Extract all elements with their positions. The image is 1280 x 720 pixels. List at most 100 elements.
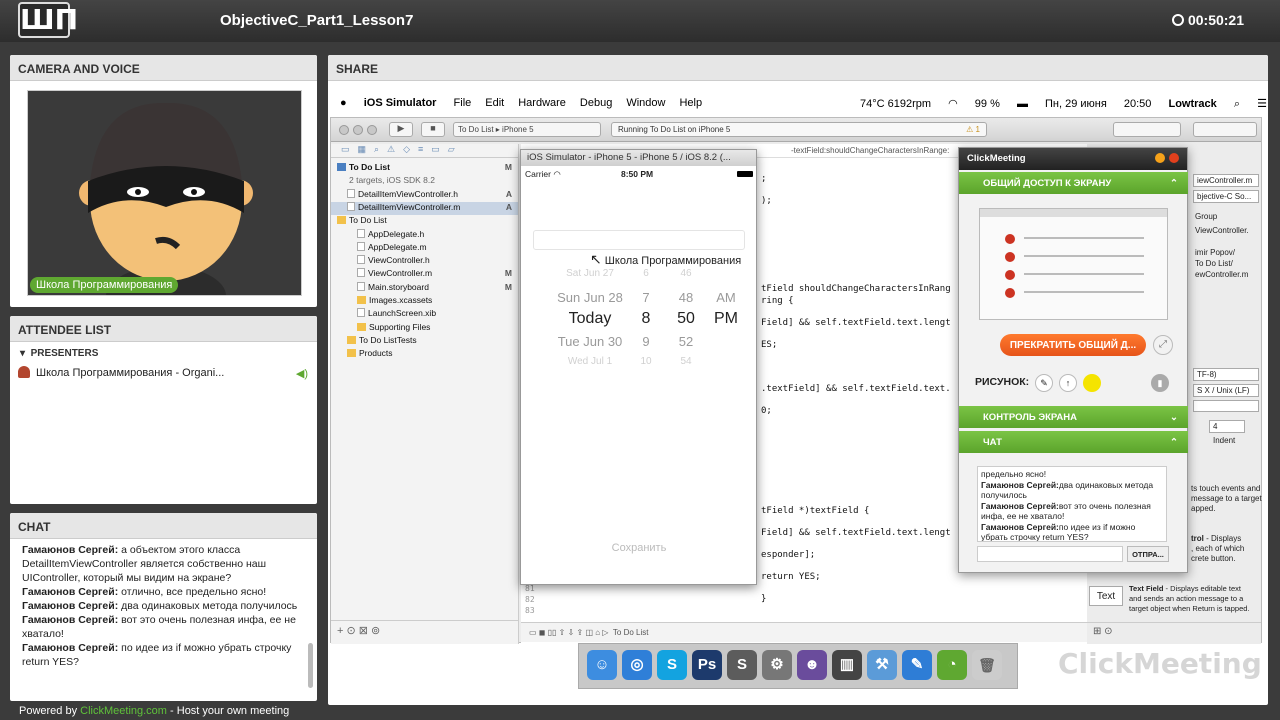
widget-send-button[interactable]: ОТПРА... — [1127, 546, 1169, 562]
widget-chat-author: Гамаюнов Сергей: — [981, 521, 1059, 532]
fullscreen-button[interactable]: ⤢ — [1153, 335, 1173, 355]
tree-item[interactable]: 2 targets, iOS SDK 8.2 — [331, 175, 518, 188]
view-toggle-buttons[interactable] — [1193, 122, 1257, 137]
tree-item[interactable]: AppDelegate.h — [331, 228, 518, 242]
list-icon[interactable]: ☰ — [1257, 98, 1267, 110]
skype-icon[interactable]: S — [657, 650, 687, 680]
picker-minute[interactable]: 50 — [671, 310, 701, 328]
picker-hour[interactable]: 9 — [636, 334, 656, 349]
apple-icon[interactable]: ● — [340, 97, 347, 109]
library-filter-bar[interactable]: ⊞ ⊙ — [1087, 622, 1261, 642]
menu-item-help[interactable]: Help — [679, 97, 702, 109]
close-icon[interactable] — [1169, 153, 1179, 163]
menu-item-hardware[interactable]: Hardware — [518, 97, 566, 109]
presenter-row[interactable]: Школа Программирования - Organi... ◀) — [18, 366, 308, 382]
stop-button[interactable]: ■ — [421, 122, 445, 137]
indent-using-select[interactable] — [1193, 400, 1259, 412]
menu-app[interactable]: iOS Simulator — [364, 97, 437, 109]
menu-item-window[interactable]: Window — [626, 97, 665, 109]
menu-item-edit[interactable]: Edit — [485, 97, 504, 109]
footer-link[interactable]: ClickMeeting.com — [80, 705, 167, 717]
close-window-icon[interactable] — [339, 125, 349, 135]
tree-item[interactable]: LaunchScreen.xib — [331, 308, 518, 321]
picker-hour[interactable]: 7 — [636, 290, 656, 305]
picker-day[interactable]: Sat Jun 27 — [551, 268, 629, 279]
menu-item-debug[interactable]: Debug — [580, 97, 612, 109]
settings-icon[interactable]: ⚙ — [762, 650, 792, 680]
picker-hour[interactable]: 10 — [636, 356, 656, 367]
pointer-icon[interactable]: ↑ — [1059, 374, 1077, 392]
text-field-library-item[interactable]: Text — [1089, 586, 1123, 606]
color-picker[interactable] — [1083, 374, 1101, 392]
picker-day[interactable]: Tue Jun 30 — [551, 334, 629, 349]
github-icon[interactable]: ☻ — [797, 650, 827, 680]
picker-day[interactable]: Wed Jul 1 — [551, 356, 629, 367]
file-name-field[interactable]: iewController.m — [1193, 174, 1259, 187]
trash-icon[interactable]: ▮ — [1151, 374, 1169, 392]
tree-item[interactable]: ViewController.h — [331, 255, 518, 268]
sublime-icon[interactable]: S — [727, 650, 757, 680]
encoding-select[interactable]: TF-8) — [1193, 368, 1259, 381]
zoom-window-icon[interactable] — [367, 125, 377, 135]
todo-text-field[interactable] — [533, 230, 745, 250]
menubar-user[interactable]: Lowtrack — [1168, 98, 1216, 110]
line-endings-select[interactable]: S X / Unix (LF) — [1193, 384, 1259, 397]
tree-item[interactable]: To Do List — [331, 215, 518, 228]
tree-item[interactable]: Images.xcassets — [331, 295, 518, 308]
pen-icon[interactable]: ✎ — [1035, 374, 1053, 392]
tree-item[interactable]: DetailItemViewController.m A — [331, 201, 518, 215]
tree-item[interactable]: To Do ListTests — [331, 335, 518, 348]
tree-item[interactable]: To Do List M — [331, 162, 518, 175]
picker-hour[interactable]: 8 — [636, 310, 656, 328]
tree-item[interactable]: DetailItemViewController.h A — [331, 188, 518, 202]
safari-icon[interactable]: ◎ — [622, 650, 652, 680]
warning-badge[interactable]: ⚠ 1 — [966, 125, 980, 134]
screen-preview-thumbnail — [979, 208, 1168, 320]
picker-day[interactable]: Sun Jun 28 — [551, 290, 629, 305]
date-picker[interactable]: Sat Jun 27 6 46 Sun Jun 28 7 48 AM Today 8 50 PM Tu… — [521, 268, 757, 378]
run-button[interactable]: ▶ — [389, 122, 413, 137]
stop-sharing-button[interactable]: ПРЕКРАТИТЬ ОБЩИЙ Д... — [1000, 334, 1146, 356]
screen-share-section[interactable]: ОБЩИЙ ДОСТУП К ЭКРАНУ ⌃ — [959, 172, 1188, 194]
xcode-icon[interactable]: ⚒ — [867, 650, 897, 680]
simulator-title-bar[interactable]: iOS Simulator - iPhone 5 - iPhone 5 / iO… — [521, 150, 756, 166]
indent-width-field[interactable]: 4 — [1209, 420, 1245, 433]
picker-day[interactable]: Today — [551, 310, 629, 328]
footer: Powered by ClickMeeting.com - Host your … — [19, 705, 289, 717]
editor-mode-buttons[interactable] — [1113, 122, 1181, 137]
tree-item[interactable]: Products — [331, 348, 518, 361]
file-type-select[interactable]: bjective-C So... — [1193, 190, 1259, 203]
picker-minute[interactable]: 48 — [671, 290, 701, 305]
bars-icon[interactable]: ▥ — [832, 650, 862, 680]
picker-ampm[interactable]: PM — [706, 310, 746, 328]
menu-item-file[interactable]: File — [454, 97, 472, 109]
screen-control-section[interactable]: КОНТРОЛЬ ЭКРАНА ⌄ — [959, 406, 1188, 428]
chat-section[interactable]: ЧАТ ⌃ — [959, 431, 1188, 453]
tree-item[interactable]: ViewController.m M — [331, 268, 518, 281]
minimize-icon[interactable] — [1155, 153, 1165, 163]
scheme-selector[interactable]: To Do List ▸ iPhone 5 — [453, 122, 601, 137]
code-line: Field] && self.textField.text.lengt — [761, 318, 951, 328]
spotlight-icon[interactable]: ⌕ — [1234, 98, 1240, 110]
navigator-tabs[interactable]: ▭▦⌕⚠◇≡▭▱ — [331, 144, 518, 158]
finder-icon[interactable]: ☺ — [587, 650, 617, 680]
picker-minute[interactable]: 52 — [671, 334, 701, 349]
chat-panel-title: CHAT — [10, 513, 317, 539]
trash-icon[interactable]: 🗑 — [972, 650, 1002, 680]
navigator-filter-bar[interactable]: + ⊙ ⊠ ⊚ — [331, 620, 518, 640]
picker-minute[interactable]: 46 — [671, 268, 701, 279]
save-button[interactable]: Сохранить — [521, 542, 757, 554]
picker-hour[interactable]: 6 — [636, 268, 656, 279]
picker-minute[interactable]: 54 — [671, 356, 701, 367]
chat-scrollbar[interactable] — [308, 643, 313, 688]
widget-chat-input[interactable] — [977, 546, 1123, 562]
tree-item[interactable]: AppDelegate.m — [331, 241, 518, 255]
presenters-group[interactable]: ▾ PRESENTERS — [20, 348, 98, 359]
minimize-window-icon[interactable] — [353, 125, 363, 135]
picker-ampm[interactable]: AM — [706, 290, 746, 305]
tree-item[interactable]: Supporting Files — [331, 322, 518, 335]
tree-item[interactable]: Main.storyboard M — [331, 281, 518, 295]
xcode2-icon[interactable]: ✎ — [902, 650, 932, 680]
photoshop-icon[interactable]: Ps — [692, 650, 722, 680]
clickmeeting-icon[interactable]: ◔ — [937, 650, 967, 680]
